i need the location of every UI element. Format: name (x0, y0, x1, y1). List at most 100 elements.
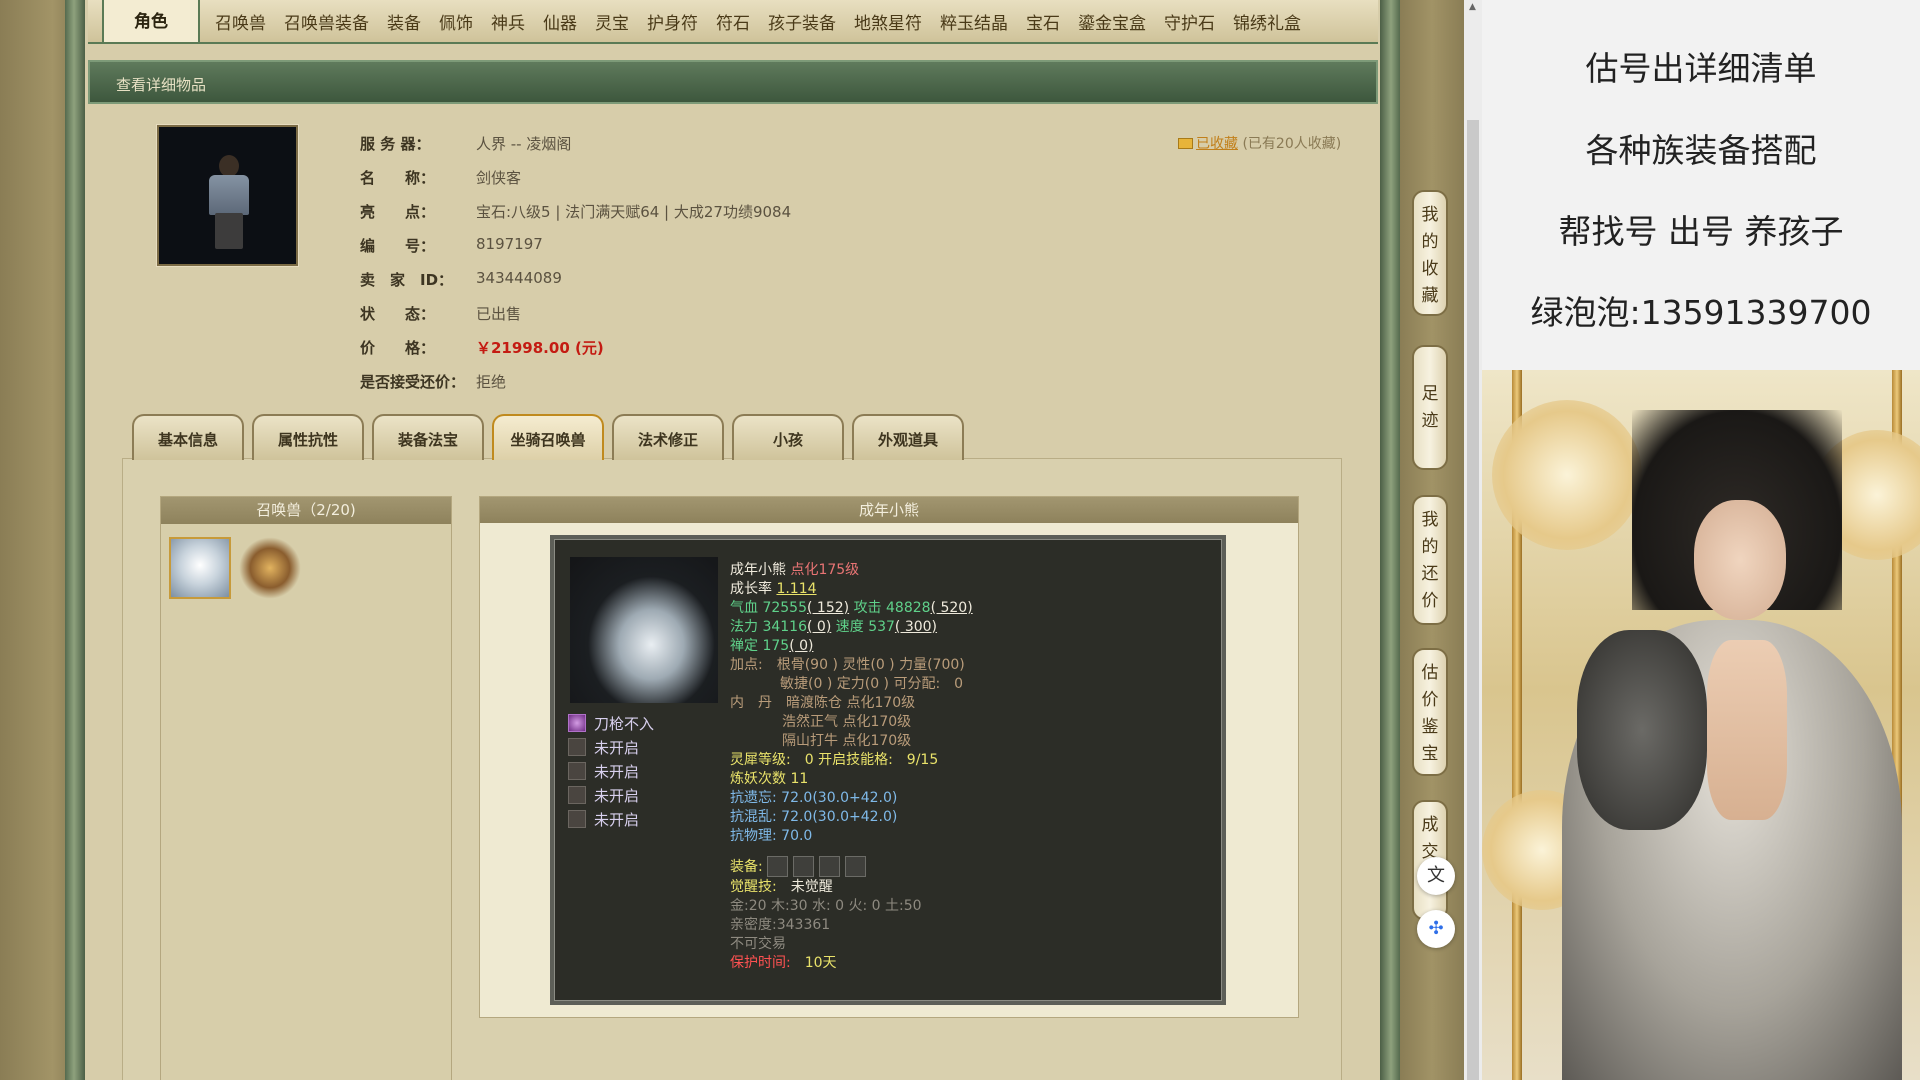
ad-line: 帮找号 出号 养孩子 (1558, 212, 1844, 251)
spd-label: 速度 (835, 619, 864, 635)
growth-value: 1.114 (776, 581, 817, 597)
points-row-1: 加点: 根骨(90 ) 灵性(0 ) 力量(700) (730, 657, 965, 673)
scroll-up-icon[interactable]: ▲ (1469, 2, 1476, 12)
favorite-link[interactable]: 已收藏 (1196, 136, 1238, 152)
tab-guard-stone[interactable]: 守护石 (1155, 9, 1224, 42)
elements-row: 金:20 木:30 水: 0 火: 0 土:50 (730, 898, 922, 914)
tab-spell-correction[interactable]: 法术修正 (612, 414, 724, 460)
protect-value: 10天 (804, 955, 837, 971)
equip-slot-icon[interactable] (845, 856, 867, 877)
info-key: 状 态： (360, 305, 436, 323)
skill-name: 未开启 (594, 786, 640, 805)
tab-appearance[interactable]: 外观道具 (852, 414, 964, 460)
pet-name: 成年小熊 (730, 562, 786, 578)
pet-skills: 刀枪不入 未开启 未开启 未开启 未开启 (568, 711, 654, 831)
appraisal-button[interactable]: 估价鉴宝 (1412, 648, 1448, 776)
ad-line: 估号出详细清单 (1585, 49, 1817, 88)
favorite-folder-icon (1178, 138, 1193, 149)
tab-accessory[interactable]: 佩饰 (430, 9, 482, 42)
tab-attributes[interactable]: 属性抗性 (252, 414, 364, 460)
my-bargains-button[interactable]: 我的还价 (1412, 495, 1448, 625)
equip-label: 装备: (730, 859, 763, 875)
neidan-row: 内 丹 暗渡陈仓 点化170级 (730, 694, 973, 713)
left-frame (65, 0, 85, 1080)
character-artwork (1482, 370, 1920, 1080)
atk-add: ( 520) (930, 600, 973, 616)
skill-slot[interactable]: 刀枪不入 (568, 711, 654, 735)
tab-basic-info[interactable]: 基本信息 (132, 414, 244, 460)
tab-gold-box[interactable]: 鎏金宝盒 (1069, 9, 1155, 42)
network-icon[interactable]: ✣ (1417, 910, 1455, 948)
pet-level: 点化175级 (790, 562, 860, 578)
info-key: 价 格： (360, 339, 436, 357)
equip-row: 装备: (730, 856, 973, 878)
hp-atk-row: 气血 72555( 152) 攻击 48828( 520) (730, 599, 973, 618)
skill-slot[interactable]: 未开启 (568, 783, 654, 807)
tab-divine-weapon[interactable]: 神兵 (482, 9, 534, 42)
tab-amulet[interactable]: 护身符 (638, 9, 707, 42)
neidan-item: 暗渡陈仓 点化170级 (786, 695, 916, 711)
tab-spirit-treasure[interactable]: 灵宝 (586, 9, 638, 42)
tab-equip[interactable]: 装备 (378, 9, 430, 42)
skill-slot[interactable]: 未开启 (568, 807, 654, 831)
tab-rune-stone[interactable]: 符石 (707, 9, 759, 42)
pet-stats: 成年小熊 点化175级 成长率 1.114 气血 72555( 152) 攻击 … (730, 561, 973, 973)
info-key: 编 号： (360, 237, 436, 255)
info-price-value: ￥21998.00 (元) (476, 339, 604, 357)
atk-value: 48828 (886, 600, 931, 616)
skill-name: 未开启 (594, 738, 640, 757)
skill-name: 刀枪不入 (594, 714, 655, 733)
skill-slot[interactable]: 未开启 (568, 735, 654, 759)
resist-row: 抗遗忘: 72.0(30.0+42.0) (730, 790, 898, 806)
art-chest (1707, 640, 1787, 820)
tab-gem[interactable]: 宝石 (1017, 9, 1069, 42)
art-flower (1492, 400, 1642, 550)
info-key: 名 称： (360, 169, 436, 187)
info-key: 服 务 器： (360, 135, 431, 153)
info-value: 宝石:八级5 | 法门满天赋64 | 大成27功绩9084 (476, 203, 792, 221)
scrollbar[interactable]: ▲ (1464, 0, 1482, 1080)
equip-slot-icon[interactable] (793, 856, 815, 877)
info-value: 拒绝 (476, 373, 507, 391)
points-row-2: 敏捷(0 ) 定力(0 ) 可分配: 0 (780, 676, 964, 692)
skill-icon (568, 714, 586, 732)
tab-star-rune[interactable]: 地煞星符 (845, 9, 931, 42)
awaken-value: 未觉醒 (790, 879, 833, 895)
rail-label: 足迹 (1421, 384, 1439, 431)
tab-equipment[interactable]: 装备法宝 (372, 414, 484, 460)
tab-immortal-device[interactable]: 仙器 (534, 9, 586, 42)
rail-label: 我的收藏 (1421, 205, 1439, 306)
equip-slot-icon[interactable] (767, 856, 789, 877)
tab-summon[interactable]: 召唤兽 (206, 9, 275, 42)
tab-jade-crystal[interactable]: 粹玉结晶 (931, 9, 1017, 42)
locked-skill-icon (568, 762, 586, 780)
pet-thumb-griffin[interactable] (239, 537, 301, 599)
hp-value: 72555 (762, 600, 807, 616)
skill-name: 未开启 (594, 762, 640, 781)
tab-mounts-pets[interactable]: 坐骑召唤兽 (492, 414, 604, 460)
growth-label: 成长率 (730, 581, 772, 597)
neidan-item: 浩然正气 点化170级 (782, 714, 912, 730)
tab-gift-box[interactable]: 锦绣礼盒 (1224, 9, 1310, 42)
translate-icon[interactable]: 文 (1417, 857, 1455, 895)
skill-slot[interactable]: 未开启 (568, 759, 654, 783)
tab-summon-equip[interactable]: 召唤兽装备 (275, 9, 378, 42)
footprint-button[interactable]: 足迹 (1412, 345, 1448, 470)
intimacy-row: 亲密度:343361 (730, 917, 831, 933)
spd-value: 537 (868, 619, 895, 635)
detail-header-title: 查看详细物品 (116, 76, 207, 94)
character-avatar (157, 125, 298, 266)
equip-slot-icon[interactable] (819, 856, 841, 877)
art-armor (1577, 630, 1707, 830)
my-favorites-button[interactable]: 我的收藏 (1412, 190, 1448, 316)
tab-child[interactable]: 小孩 (732, 414, 844, 460)
pets-list-panel: 召唤兽（2/20) (160, 496, 452, 1080)
tab-role[interactable]: 角色 (102, 0, 200, 42)
tab-child-equip[interactable]: 孩子装备 (759, 9, 845, 42)
pet-thumb-polar-bear[interactable] (169, 537, 231, 599)
scroll-thumb[interactable] (1467, 120, 1479, 1080)
pet-name-row: 成年小熊 点化175级 (730, 561, 973, 580)
awaken-row: 觉醒技: 未觉醒 (730, 878, 973, 897)
detail-header: 查看详细物品 (88, 60, 1378, 104)
zen-row: 禅定 175( 0) (730, 637, 973, 656)
